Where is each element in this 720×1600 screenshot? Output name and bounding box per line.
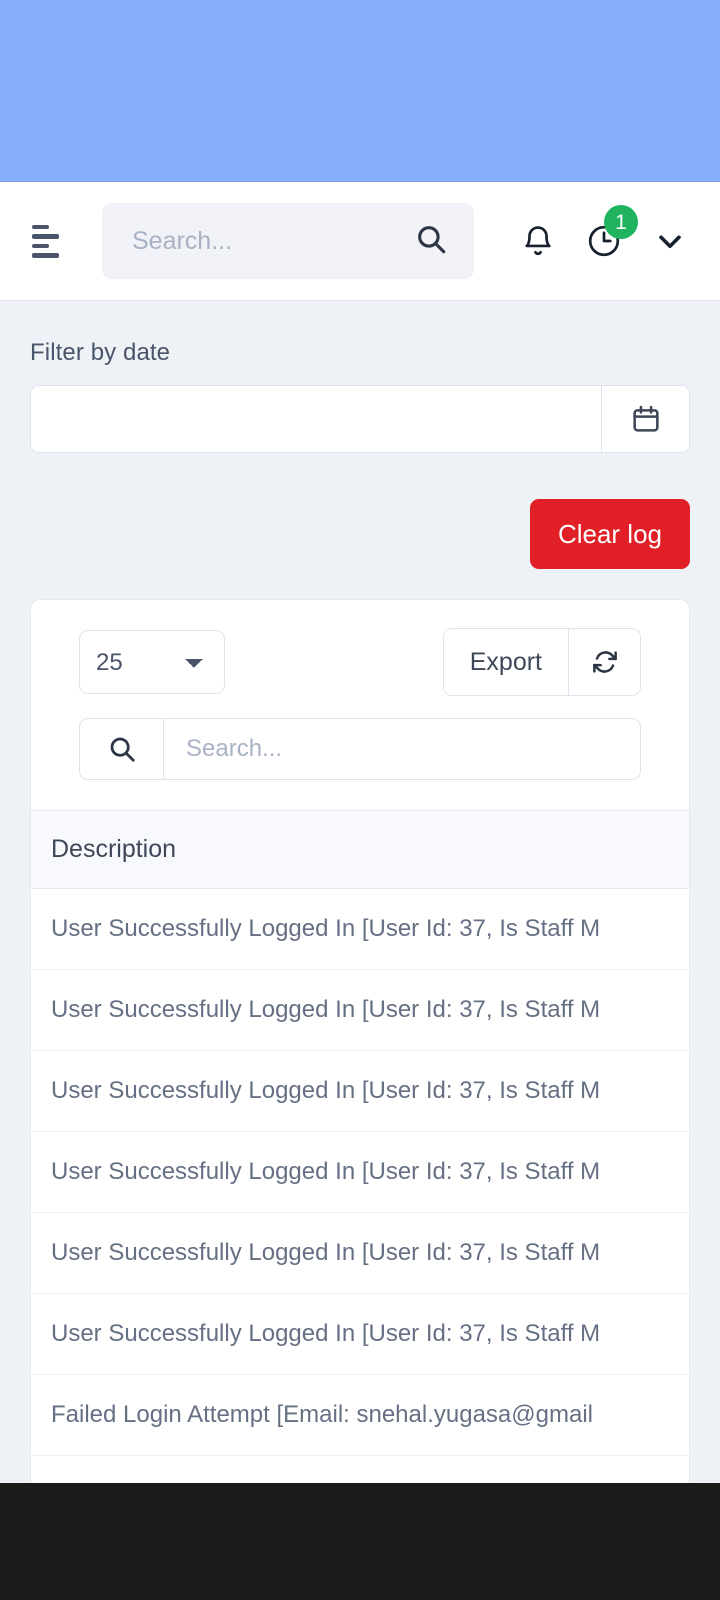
header-icon-group: 1 [518,205,698,261]
log-table-header-row: Description [31,810,689,889]
table-row[interactable]: User Successfully Logged In [User Id: 37… [31,1212,689,1294]
table-search-group [79,718,641,780]
app-header: Search... 1 [0,182,720,301]
calendar-icon[interactable] [601,386,689,452]
clear-log-button[interactable]: Clear log [529,499,690,569]
table-row[interactable]: User Successfully Logged In [User Id: 37… [31,1050,689,1132]
cell-description: Failed Login Attempt [Email: snehal.yuga… [31,1374,689,1456]
header-search-box[interactable]: Search... [102,203,474,279]
page-length-select[interactable]: 25 [79,630,225,694]
export-refresh-group: Export [442,628,641,696]
date-filter-input[interactable] [31,386,601,452]
hamburger-line [32,234,59,239]
log-table-card: 25 Export Search... Description User Suc… [30,599,690,1537]
column-header-description[interactable]: Description [31,810,689,889]
refresh-icon[interactable] [568,629,640,695]
top-banner [0,0,720,182]
cell-description: User Successfully Logged In [User Id: 37… [31,969,689,1051]
hamburger-icon[interactable] [24,217,72,265]
cell-description: User Successfully Logged In [User Id: 37… [31,1212,689,1294]
table-row[interactable]: User Successfully Logged In [User Id: 37… [31,1131,689,1213]
table-search-input[interactable] [164,719,640,779]
table-row[interactable]: Failed Login Attempt [Email: snehal.yuga… [31,1374,689,1456]
clock-icon[interactable]: 1 [584,205,638,261]
search-icon[interactable] [80,719,164,779]
table-toolbar-row: 25 Export [79,628,641,696]
notification-badge: 1 [604,205,638,239]
hamburger-line [32,243,49,248]
table-toolbar: 25 Export [31,600,689,810]
hamburger-line [32,253,59,258]
log-table-head: Description [31,810,689,889]
table-row[interactable]: User Successfully Logged In [User Id: 37… [31,888,689,970]
cell-description: User Successfully Logged In [User Id: 37… [31,1131,689,1213]
filter-by-date-label: Filter by date [30,339,171,366]
date-filter-group [30,385,690,453]
table-row[interactable]: User Successfully Logged In [User Id: 37… [31,969,689,1051]
app-screen: Search... 1 Filter by date Clear log 25 … [0,0,720,1600]
clear-log-row: Clear log [30,499,690,569]
main-content: Filter by date Clear log 25 Export Searc… [0,301,720,1537]
cell-description: User Successfully Logged In [User Id: 37… [31,1050,689,1132]
search-icon[interactable] [414,222,448,261]
header-search-placeholder: Search... [132,226,233,255]
export-button[interactable]: Export [443,629,568,695]
system-navigation-bar [0,1483,720,1600]
cell-description: User Successfully Logged In [User Id: 37… [31,1293,689,1375]
hamburger-line [32,224,49,229]
log-table: Description User Successfully Logged In … [31,810,689,1536]
table-row[interactable]: User Successfully Logged In [User Id: 37… [31,1293,689,1375]
bell-icon[interactable] [518,221,558,261]
chevron-down-icon[interactable] [650,221,690,261]
log-table-body: User Successfully Logged In [User Id: 37… [31,888,689,1537]
cell-description: User Successfully Logged In [User Id: 37… [31,888,689,970]
